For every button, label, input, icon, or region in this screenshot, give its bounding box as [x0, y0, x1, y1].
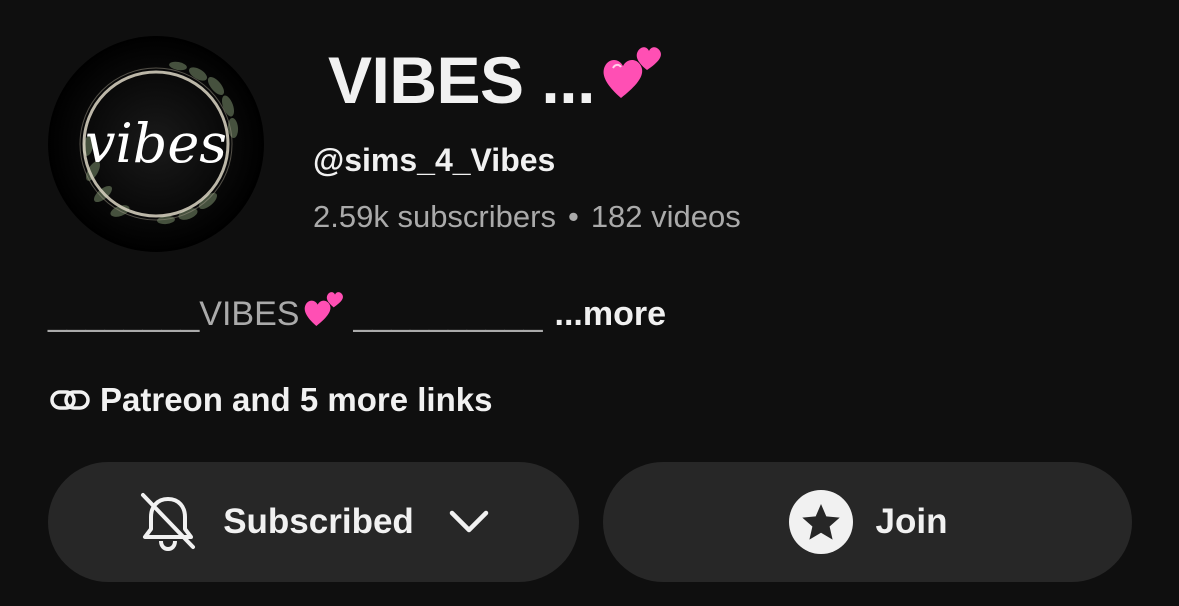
- channel-title-text: VIBES ...: [328, 43, 595, 117]
- channel-links[interactable]: Patreon and 5 more links: [48, 378, 492, 422]
- video-count: 182 videos: [590, 199, 741, 234]
- link-icon: [48, 378, 92, 422]
- channel-header: vibes VIBES ... @sims_4_Vibes 2.59k subs…: [0, 0, 1179, 606]
- join-label: Join: [875, 502, 948, 541]
- avatar-logo-text: vibes: [85, 112, 227, 175]
- channel-avatar[interactable]: vibes: [48, 36, 264, 252]
- channel-stats: 2.59k subscribers • 182 videos: [313, 197, 741, 237]
- stats-separator: •: [567, 199, 579, 234]
- two-hearts-emoji-icon: [303, 287, 347, 340]
- channel-title: VIBES ...: [328, 40, 667, 120]
- description-more-link[interactable]: ...more: [555, 295, 666, 333]
- bell-off-icon: [135, 489, 201, 555]
- description-suffix: __________: [353, 295, 543, 333]
- channel-handle: @sims_4_Vibes: [313, 142, 556, 178]
- channel-description[interactable]: ________VIBES __________ ...more: [48, 291, 666, 340]
- subscriber-count: 2.59k subscribers: [313, 199, 556, 234]
- two-hearts-emoji-icon: [601, 39, 667, 119]
- links-label: Patreon and 5 more links: [100, 381, 493, 418]
- star-icon: [788, 489, 854, 555]
- description-prefix: ________VIBES: [48, 295, 300, 333]
- subscribed-label: Subscribed: [223, 502, 414, 541]
- avatar-image: vibes: [48, 36, 264, 252]
- chevron-down-icon: [446, 499, 492, 545]
- join-button[interactable]: Join: [603, 462, 1132, 582]
- subscribed-button[interactable]: Subscribed: [48, 462, 579, 582]
